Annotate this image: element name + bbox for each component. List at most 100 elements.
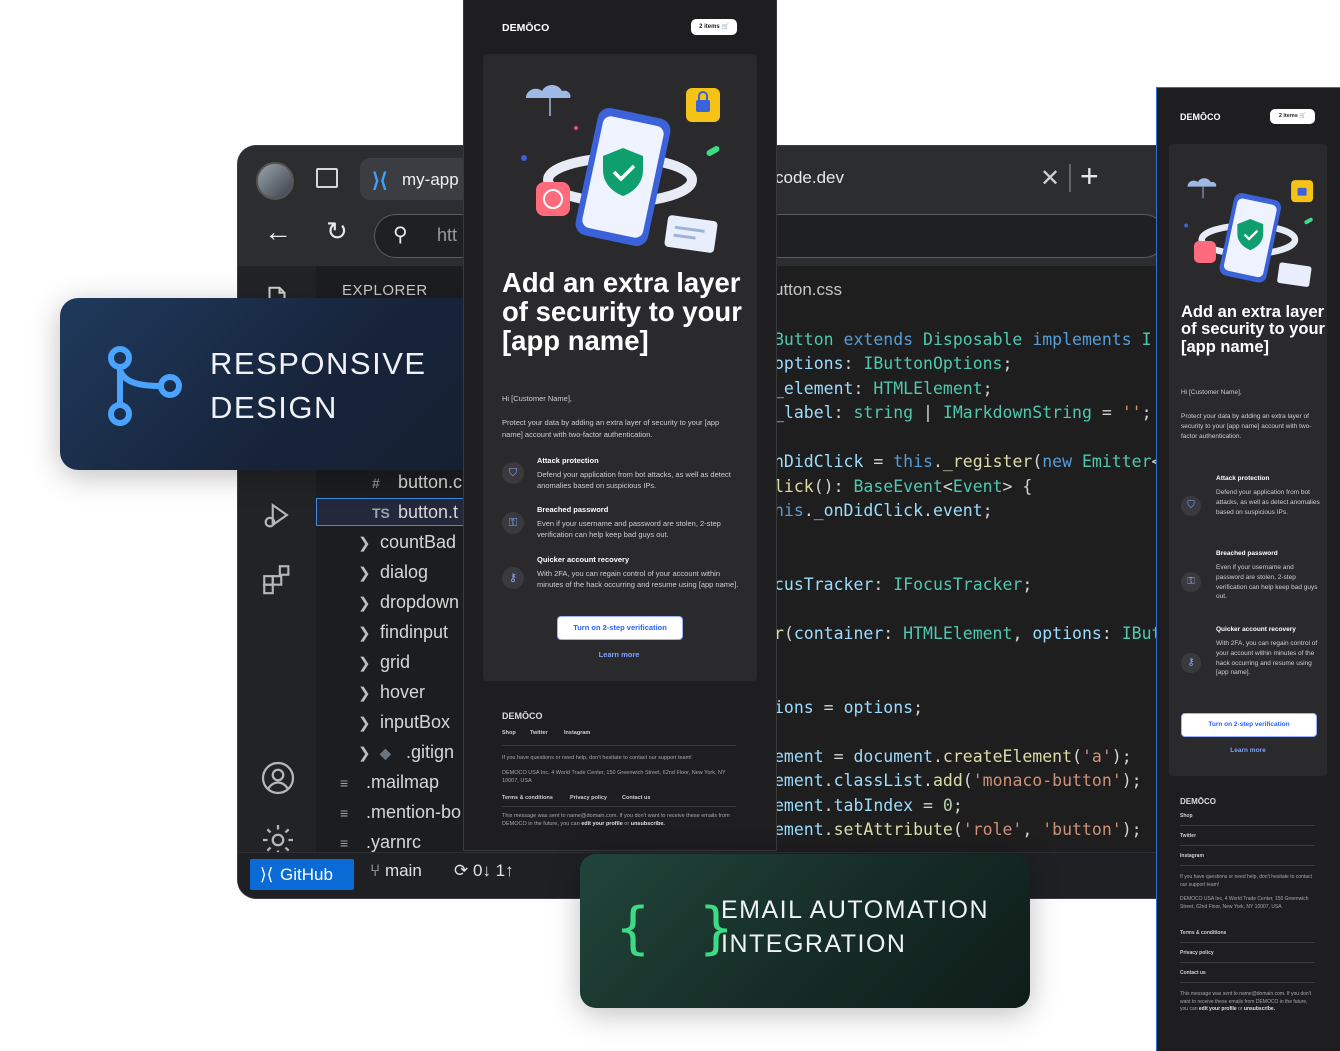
tree-item[interactable]: ❯ hover [358,682,425,710]
tree-item[interactable]: # button.c [372,472,462,500]
branch-icon: ⑂ [370,861,381,880]
footer-link-contact[interactable]: Contact us [622,795,650,801]
feature-title: Attack protection [537,456,599,465]
code-line: _element: HTMLElement; [774,379,993,398]
tree-item[interactable]: ❯ ◆ .gitign [358,742,454,770]
search-icon: ⚲ [393,224,408,246]
sync-indicator[interactable]: ⟳ 0↓ 1↑ [454,861,514,881]
footer-divider [1180,865,1315,866]
shield-icon: ⛉ [1181,496,1201,516]
footer-help-text: If you have questions or need help, don'… [502,755,692,761]
footer-link-terms[interactable]: Terms & conditions [502,795,553,801]
code-line: ement.setAttribute('role', 'button'); [774,820,1142,839]
email-greeting: Hi [Customer Name], [1181,389,1242,396]
key-icon: ⚷ [1181,653,1201,673]
security-illustration [1184,178,1314,287]
footer-link-contact[interactable]: Contact us [1180,970,1206,976]
password-icon: ⚿ [1181,572,1201,592]
vscode-icon: ⟩⟨ [372,170,388,192]
close-icon[interactable]: ✕ [1040,164,1060,193]
git-branch-icon [108,346,182,426]
cart-badge[interactable]: 2 items 🛒 [691,19,737,35]
extensions-icon[interactable] [260,562,294,596]
cart-icon: 🛒 [721,24,729,30]
footer-link-twitter[interactable]: Twitter [530,730,548,736]
new-tab-icon[interactable]: + [1080,158,1099,195]
footer-link-privacy[interactable]: Privacy policy [570,795,607,801]
email-intro: Protect your data by adding an extra lay… [1181,413,1312,441]
enable-2fa-button[interactable]: Turn on 2-step verification [557,616,683,640]
code-line: cusTracker: IFocusTracker; [774,575,1033,594]
footer-divider [1180,845,1315,846]
edit-profile-link[interactable]: edit your profile [581,821,623,827]
footer-divider [1180,982,1315,983]
avatar[interactable] [256,162,294,200]
back-arrow-icon[interactable]: ← [264,216,292,248]
card-title-line1: EMAIL AUTOMATION [721,896,990,924]
footer-link-instagram[interactable]: Instagram [564,730,590,736]
code-line: his._onDidClick.event; [774,501,993,520]
responsive-design-card: RESPONSIVE DESIGN [60,298,486,470]
footer-link-shop[interactable]: Shop [1180,813,1193,819]
feature-title: Quicker account recovery [1216,626,1296,633]
shield-icon: ⛉ [502,462,524,484]
feature-desc: With 2FA, you can regain control of your… [537,569,739,590]
account-icon[interactable] [260,760,295,795]
footer-divider [502,745,736,746]
tree-item[interactable]: ❯ findinput [358,622,448,650]
code-line: nDidClick = this._register(new Emitter< [774,452,1161,471]
unsubscribe-link[interactable]: unsubscribe. [631,821,665,827]
key-icon: ⚷ [502,567,524,589]
footer-link-terms[interactable]: Terms & conditions [1180,930,1226,936]
tab-label: my-app [402,170,459,189]
tree-item[interactable]: ❯ grid [358,652,410,680]
card-title-line1: RESPONSIVE [210,346,427,381]
run-debug-icon[interactable] [260,498,294,532]
footer-divider [1180,825,1315,826]
tree-item[interactable]: ❯ countBad [358,532,456,560]
file-lines-icon: ≡ [340,805,349,821]
footer-link-privacy[interactable]: Privacy policy [1180,950,1214,956]
tab-url-label[interactable]: code.dev [775,168,844,188]
file-lines-icon: ≡ [340,775,349,791]
tree-item[interactable]: ❯ inputBox [358,712,450,740]
editor-tab[interactable]: utton.css [774,280,842,300]
code-line: ions = options; [774,698,924,717]
address-text: htt [437,225,458,245]
tree-item[interactable]: ❯ dialog [358,562,428,590]
cart-badge[interactable]: 2 items 🛒 [1270,109,1315,124]
feature-desc: Defend your application from bot attacks… [537,470,731,491]
chevron-right-icon: ❯ [358,655,371,672]
tab-overview-icon[interactable] [316,168,338,188]
edit-profile-link[interactable]: edit your profile [1199,1006,1237,1012]
chevron-right-icon: ❯ [358,625,371,642]
security-illustration [521,85,720,253]
footer-divider [1180,962,1315,963]
footer-link-twitter[interactable]: Twitter [1180,833,1196,839]
cart-icon: 🛒 [1299,113,1307,119]
feature-title: Attack protection [1216,475,1270,482]
tree-item[interactable]: ≡ .mailmap [340,772,439,800]
footer-help-text: If you have questions or need help, don'… [1180,874,1312,888]
branch-indicator[interactable]: ⑂ main [370,861,422,881]
tree-item[interactable]: ≡ .mention-bo [340,802,461,830]
sync-icon: ⟳ [454,861,469,880]
learn-more-link[interactable]: Learn more [557,650,681,659]
tree-item[interactable]: ❯ dropdown [358,592,459,620]
brand-logo: DEMŌCO [1180,112,1221,122]
footer-link-shop[interactable]: Shop [502,730,516,736]
github-remote-button[interactable]: ⟩⟨ GitHub [250,859,354,890]
enable-2fa-button[interactable]: Turn on 2-step verification [1181,713,1317,737]
gear-icon[interactable] [260,822,294,856]
email-greeting: Hi [Customer Name], [502,394,573,403]
tree-item[interactable]: TS button.t [372,502,458,530]
chevron-right-icon: ❯ [358,595,371,612]
chevron-right-icon: ❯ [358,565,371,582]
unsubscribe-link[interactable]: unsubscribe. [1244,1006,1275,1012]
footer-address: DEMOCO USA Inc, 4 World Trade Center, 15… [502,770,726,785]
footer-divider [502,806,736,807]
email-intro: Protect your data by adding an extra lay… [502,418,720,439]
learn-more-link[interactable]: Learn more [1181,747,1315,754]
reload-icon[interactable]: ↻ [326,216,348,247]
footer-link-instagram[interactable]: Instagram [1180,853,1204,859]
